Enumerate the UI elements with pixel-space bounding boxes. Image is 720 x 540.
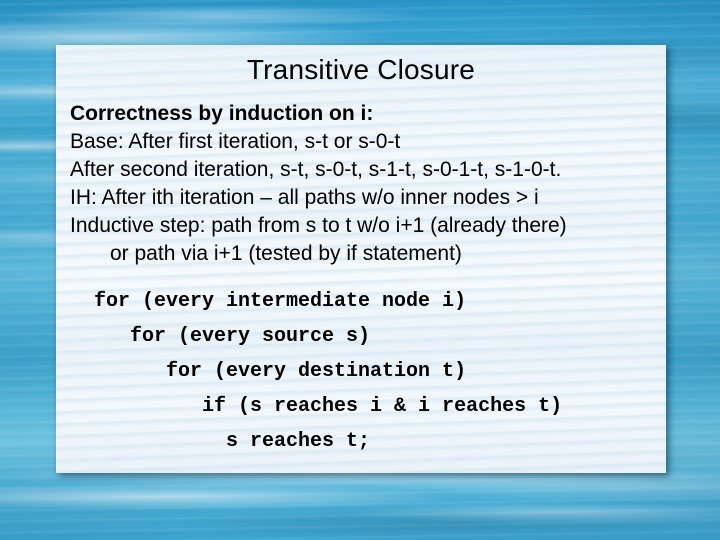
body-line-5: Inductive step: path from s to t w/o i+1… [70,214,567,237]
content-panel: Transitive Closure Correctness by induct… [56,45,666,473]
body-line-3: After second iteration, s-t, s-0-t, s-1-… [70,158,562,181]
code-line-2: for (every source s) [70,325,371,348]
code-line-4: if (s reaches i & i reaches t) [70,395,563,418]
slide-canvas: Transitive Closure Correctness by induct… [0,0,720,540]
slide-title: Transitive Closure [246,54,476,85]
code-line-3: for (every destination t) [70,360,467,383]
body-line-2: Base: After first iteration, s-t or s-0-… [70,130,401,153]
code-line-1: for (every intermediate node i) [70,290,467,313]
code-line-5: s reaches t; [70,430,371,453]
body-text-block: Correctness by induction on i: Base: Aft… [70,100,666,268]
body-line-1: Correctness by induction on i: [70,102,374,125]
body-line-4: IH: After ith iteration – all paths w/o … [70,186,539,209]
pseudocode-block: for (every intermediate node i) for (eve… [70,284,666,459]
body-line-6: or path via i+1 (tested by if statement) [110,242,462,265]
